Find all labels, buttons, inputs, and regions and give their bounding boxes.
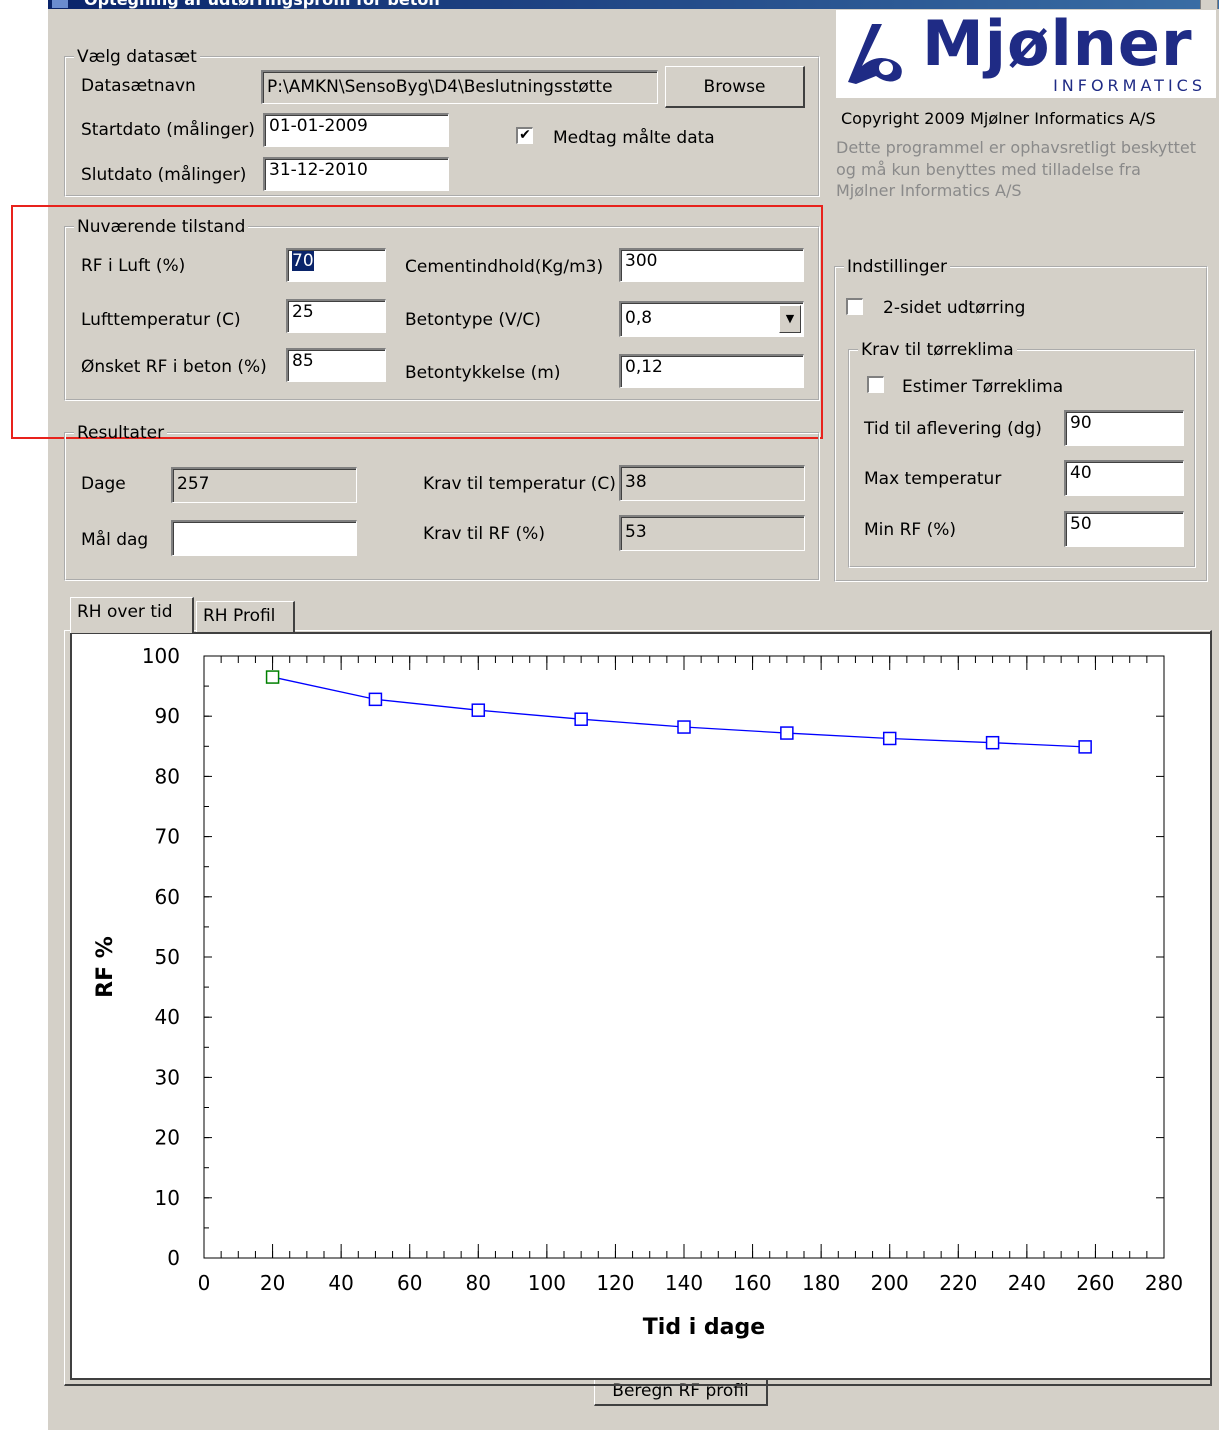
days-label: Dage <box>81 474 126 494</box>
results-group-label: Resultater <box>77 423 165 443</box>
x-tick-label: 180 <box>802 1271 840 1295</box>
logo-subtext: INFORMATICS <box>1053 76 1206 95</box>
req-rf-field: 53 <box>619 515 805 551</box>
x-tick-label: 40 <box>328 1271 353 1295</box>
tab-rh-profile[interactable]: RH Profil <box>196 601 295 633</box>
y-tick-label: 100 <box>142 644 180 668</box>
goal-day-label: Mål dag <box>81 530 149 550</box>
notice-line-2: og må kun benyttes med tilladelse fra <box>836 160 1141 179</box>
window-title: Optegning af udtørringsprofil for beton <box>84 0 440 9</box>
estimate-climate-label: Estimer Tørreklima <box>902 377 1064 397</box>
start-date-field[interactable]: 01-01-2009 <box>263 113 449 147</box>
data-point-marker <box>882 731 897 746</box>
max-temp-field[interactable]: 40 <box>1064 460 1184 496</box>
x-tick-label: 200 <box>871 1271 909 1295</box>
y-tick-label: 40 <box>155 1005 180 1029</box>
dataset-group-label: Vælg datasæt <box>77 47 197 67</box>
x-tick-label: 0 <box>198 1271 211 1295</box>
x-tick-label: 20 <box>260 1271 285 1295</box>
x-tick-label: 80 <box>466 1271 491 1295</box>
delivery-time-label: Tid til aflevering (dg) <box>864 419 1042 439</box>
min-rf-field[interactable]: 50 <box>1064 511 1184 547</box>
data-point-marker <box>677 720 691 734</box>
y-tick-label: 70 <box>155 825 180 849</box>
browse-button[interactable]: Browse <box>665 66 805 108</box>
y-tick-label: 80 <box>155 764 180 788</box>
rh-over-time-chart: 0 20 40 60 80 100 120 140 160 180 200 220 240 260 280 0… <box>93 644 1183 1340</box>
data-point-marker <box>1078 740 1092 754</box>
climate-group-label: Krav til tørreklima <box>861 340 1014 360</box>
data-point-marker <box>780 726 794 740</box>
plot-frame <box>203 655 1165 1259</box>
tab-rh-over-time[interactable]: RH over tid <box>70 597 194 633</box>
y-axis-label: RF % <box>93 936 118 998</box>
req-temp-label: Krav til temperatur (C) <box>423 474 616 494</box>
copyright-text: Copyright 2009 Mjølner Informatics A/S <box>841 109 1156 128</box>
max-temp-label: Max temperatur <box>864 469 1002 489</box>
x-tick-label: 140 <box>665 1271 703 1295</box>
series-line <box>272 676 1086 748</box>
y-tick-label: 60 <box>155 885 180 909</box>
logo-mark-icon <box>848 24 902 84</box>
req-temp-field: 38 <box>619 465 805 501</box>
logo-text: Mjølner <box>922 10 1193 80</box>
data-point-marker <box>368 692 383 707</box>
x-axis-label: Tid i dage <box>643 1315 765 1340</box>
min-rf-label: Min RF (%) <box>864 520 956 540</box>
delivery-time-field[interactable]: 90 <box>1064 410 1184 446</box>
app-icon <box>52 0 68 8</box>
minimize-button[interactable] <box>1200 0 1218 9</box>
include-measured-label: Medtag målte data <box>553 128 715 148</box>
dataset-name-field[interactable]: P:\AMKN\SensoByg\D4\Beslutningsstøtte <box>261 70 658 104</box>
end-date-label: Slutdato (målinger) <box>81 165 247 185</box>
y-tick-label: 20 <box>155 1126 180 1150</box>
y-tick-label: 90 <box>155 704 180 728</box>
notice-line-1: Dette programmel er ophavsretligt beskyt… <box>836 138 1197 157</box>
y-tick-label: 0 <box>167 1246 180 1270</box>
mjolner-logo: Mjølner INFORMATICS <box>836 10 1216 98</box>
data-point-marker <box>265 670 280 684</box>
days-field: 257 <box>171 467 357 503</box>
settings-group-label: Indstillinger <box>847 257 948 277</box>
x-tick-label: 220 <box>939 1271 977 1295</box>
dataset-name-label: Datasætnavn <box>81 76 196 96</box>
data-point-marker <box>985 735 1000 750</box>
x-tick-label: 100 <box>528 1271 566 1295</box>
y-tick-label: 10 <box>155 1186 180 1210</box>
x-tick-label: 160 <box>733 1271 771 1295</box>
x-tick-label: 280 <box>1145 1271 1183 1295</box>
highlight-box <box>11 205 823 439</box>
two-sided-label: 2-sidet udtørring <box>883 298 1026 318</box>
start-date-label: Startdato (målinger) <box>81 120 255 140</box>
x-tick-label: 260 <box>1076 1271 1114 1295</box>
x-tick-label: 120 <box>596 1271 634 1295</box>
req-rf-label: Krav til RF (%) <box>423 524 545 544</box>
include-measured-checkbox[interactable]: ✔ <box>516 127 533 144</box>
data-point-marker <box>574 712 588 726</box>
chart-area: 0 20 40 60 80 100 120 140 160 180 200 220 240 260 280 0… <box>70 632 1212 1380</box>
y-tick-label: 30 <box>155 1065 180 1089</box>
y-tick-label: 50 <box>155 945 180 969</box>
two-sided-checkbox[interactable] <box>846 298 863 315</box>
estimate-climate-checkbox[interactable] <box>867 376 884 393</box>
goal-day-field[interactable] <box>171 520 357 556</box>
end-date-field[interactable]: 31-12-2010 <box>263 157 449 191</box>
data-point-marker <box>471 703 486 717</box>
notice-line-3: Mjølner Informatics A/S <box>836 181 1022 200</box>
x-tick-label: 60 <box>397 1271 422 1295</box>
title-bar: Optegning af udtørringsprofil for beton <box>48 0 1219 9</box>
x-tick-label: 240 <box>1008 1271 1046 1295</box>
